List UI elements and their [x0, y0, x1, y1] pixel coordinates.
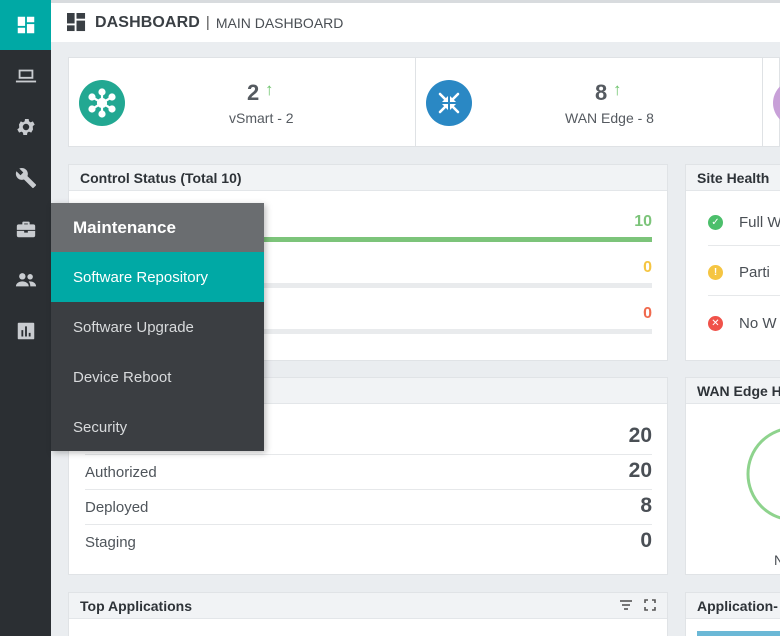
users-icon: [15, 273, 36, 287]
inventory-label: Authorized: [85, 464, 157, 481]
status-count: 0: [643, 259, 652, 276]
stat-count: 8: [595, 80, 608, 105]
stat-count: 2: [247, 80, 260, 105]
donut-caption: N: [774, 552, 780, 568]
inventory-label: Deployed: [85, 499, 149, 516]
stat-card-vsmart[interactable]: 2 ↑ vSmart - 2: [69, 58, 415, 146]
nav-monitor[interactable]: [0, 51, 51, 101]
health-label: No W: [739, 314, 777, 332]
maintenance-flyout-menu: Maintenance Software Repository Software…: [51, 203, 264, 451]
inventory-label: Staging: [85, 534, 136, 551]
inventory-value: 8: [640, 494, 652, 517]
application-bar: [697, 631, 780, 636]
panel-title: Application-: [686, 593, 780, 619]
application-panel: Application-: [685, 592, 780, 636]
stat-icon-bg: [79, 80, 125, 126]
inventory-value: 0: [640, 529, 652, 552]
status-count: 0: [643, 305, 652, 322]
device-summary-strip: 2 ↑ vSmart - 2 8 ↑ WAN Edge - 8: [68, 57, 780, 147]
stat-icon-bg: [426, 80, 472, 126]
stat-label: vSmart - 2: [229, 110, 294, 126]
nav-dashboard[interactable]: [0, 0, 51, 50]
filter-icon[interactable]: [619, 598, 633, 612]
menu-item-software-upgrade[interactable]: Software Upgrade: [51, 302, 264, 352]
wrench-icon: [15, 168, 36, 189]
laptop-icon: [15, 69, 36, 83]
nav-maintenance[interactable]: [0, 204, 51, 254]
dashboard-icon: [17, 16, 34, 34]
nav-administration[interactable]: [0, 255, 51, 305]
panel-title: Site Health: [686, 165, 780, 191]
check-circle-icon: ✓: [708, 214, 723, 230]
warning-circle-icon: !: [708, 264, 723, 280]
divider: [708, 245, 780, 246]
gear-icon: [16, 119, 35, 135]
health-label: Full W: [739, 213, 780, 231]
error-circle-icon: ✕: [708, 315, 723, 331]
inventory-row-deployed[interactable]: Deployed 8: [85, 490, 652, 525]
flyout-title: Maintenance: [51, 203, 264, 252]
nav-configuration[interactable]: [0, 102, 51, 152]
site-health-row-full[interactable]: ✓ Full W: [708, 207, 780, 237]
bar-chart-icon: [17, 322, 34, 340]
stat-label: WAN Edge - 8: [565, 110, 654, 126]
panel-title: Control Status (Total 10): [69, 165, 667, 191]
menu-item-device-reboot[interactable]: Device Reboot: [51, 352, 264, 402]
wan-edge-health-panel: WAN Edge H N: [685, 377, 780, 575]
stat-card-partial[interactable]: [763, 58, 780, 146]
panel-title: Top Applications: [69, 593, 667, 619]
left-nav-rail: [0, 0, 51, 636]
title-separator: |: [205, 14, 210, 31]
top-applications-panel: Top Applications: [68, 592, 668, 636]
inventory-value: 20: [628, 424, 652, 447]
nav-tools[interactable]: [0, 153, 51, 203]
inventory-row-authorized[interactable]: Authorized 20: [85, 455, 652, 490]
health-label: Parti: [739, 263, 770, 281]
panel-title: WAN Edge H: [686, 378, 780, 404]
page-header: DASHBOARD | MAIN DASHBOARD: [51, 0, 780, 42]
status-count: 10: [634, 213, 652, 230]
site-health-panel: Site Health ✓ Full W ! Parti ✕ No W: [685, 164, 780, 361]
menu-item-security[interactable]: Security: [51, 402, 264, 452]
stat-card-wan-edge[interactable]: 8 ↑ WAN Edge - 8: [416, 58, 762, 146]
nav-analytics[interactable]: [0, 306, 51, 356]
dashboard-grid-icon: [67, 13, 86, 32]
arrow-up-icon: ↑: [265, 80, 274, 99]
health-donut-chart[interactable]: [744, 424, 780, 524]
expand-arrows-icon: [438, 92, 460, 114]
briefcase-icon: [16, 221, 35, 238]
site-health-row-none[interactable]: ✕ No W: [708, 308, 777, 338]
page-subtitle: MAIN DASHBOARD: [215, 14, 344, 31]
site-health-row-partial[interactable]: ! Parti: [708, 257, 770, 287]
divider: [708, 295, 780, 296]
fullscreen-icon[interactable]: [643, 598, 657, 612]
inventory-value: 20: [628, 459, 652, 482]
menu-item-software-repository[interactable]: Software Repository: [51, 252, 264, 302]
arrow-up-icon: ↑: [613, 80, 622, 99]
inventory-row-staging[interactable]: Staging 0: [85, 525, 652, 560]
device-icon: [773, 80, 780, 126]
page-title: DASHBOARD: [95, 13, 200, 31]
network-hub-icon: [88, 88, 116, 118]
